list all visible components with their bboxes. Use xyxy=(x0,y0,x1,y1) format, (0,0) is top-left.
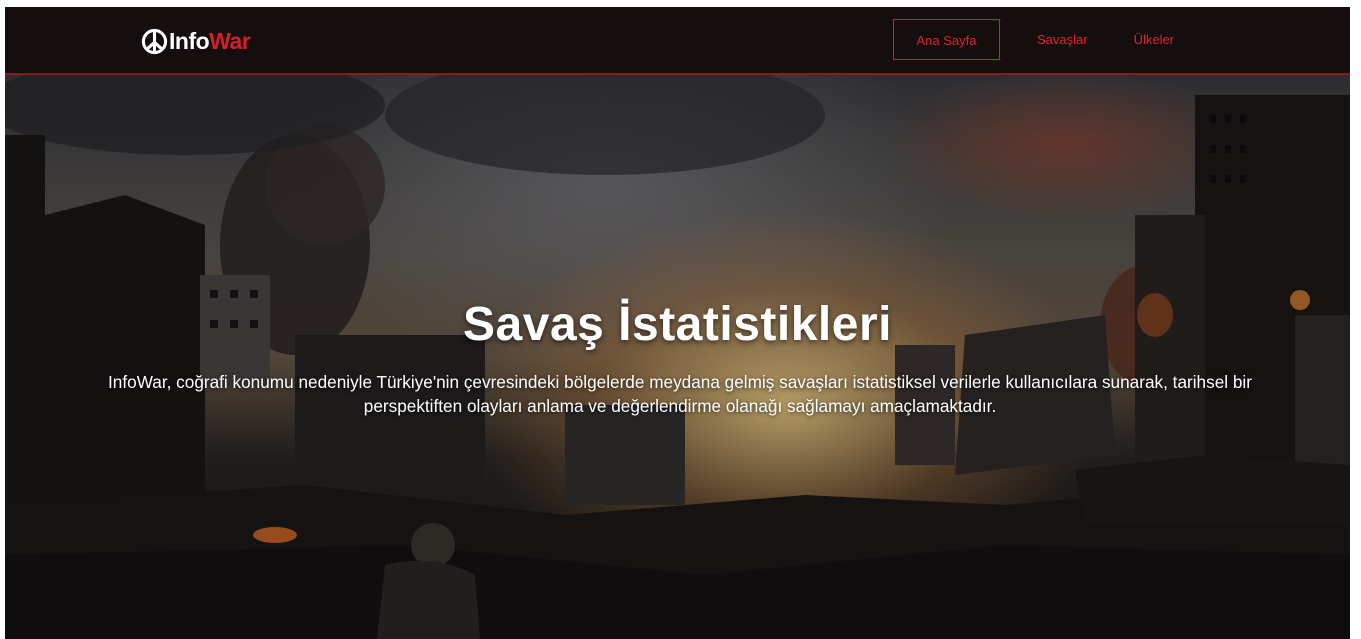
navbar: Info War Ana Sayfa Savaşlar Ülkeler xyxy=(5,7,1350,75)
nav-link-savaslar[interactable]: Savaşlar xyxy=(1037,19,1088,60)
hero-description: InfoWar, coğrafi konumu nedeniyle Türkiy… xyxy=(108,372,1252,416)
logo-text-war: War xyxy=(209,27,251,54)
nav-link-ana-sayfa[interactable]: Ana Sayfa xyxy=(893,19,1000,60)
nav-link-ulkeler[interactable]: Ülkeler xyxy=(1134,19,1174,60)
page-frame: Info War Ana Sayfa Savaşlar Ülkeler Sava… xyxy=(5,7,1350,639)
logo-text-info: Info xyxy=(169,27,210,54)
hero-background-image xyxy=(5,75,1350,639)
main-nav: Ana Sayfa Savaşlar Ülkeler xyxy=(893,19,1174,60)
site-logo[interactable]: Info War xyxy=(141,24,251,58)
peace-icon xyxy=(141,28,168,54)
hero-section: Savaş İstatistikleri InfoWar, coğrafi ko… xyxy=(5,75,1350,639)
hero-title: Savaş İstatistikleri xyxy=(463,298,892,351)
